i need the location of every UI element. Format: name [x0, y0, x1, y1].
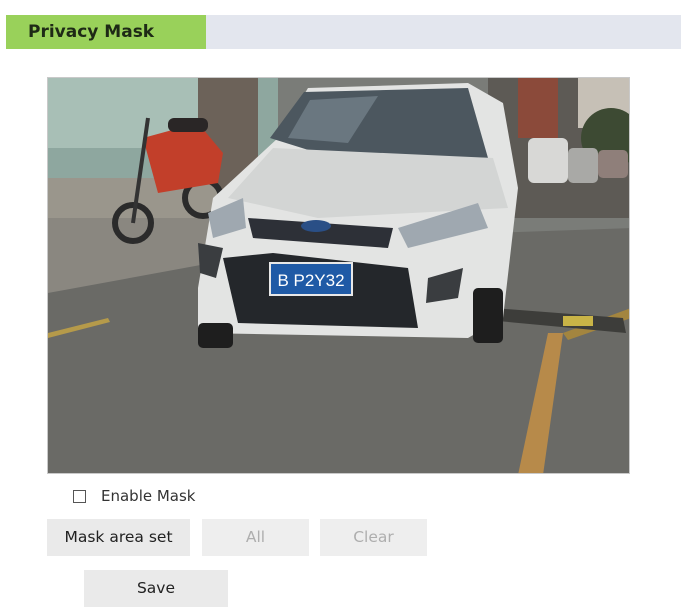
camera-preview[interactable]: B P2Y32 — [47, 77, 630, 474]
enable-mask-checkbox[interactable] — [73, 489, 86, 503]
mask-area-set-button[interactable]: Mask area set — [47, 519, 190, 556]
enable-mask-label: Enable Mask — [101, 487, 196, 505]
clear-button[interactable]: Clear — [320, 519, 427, 556]
license-plate-text: B P2Y32 — [277, 271, 344, 290]
save-button[interactable]: Save — [84, 570, 228, 607]
enable-mask-row[interactable]: Enable Mask — [73, 487, 196, 505]
all-button[interactable]: All — [202, 519, 309, 556]
panel-title: Privacy Mask — [6, 15, 206, 49]
camera-snapshot-image: B P2Y32 — [48, 78, 629, 473]
